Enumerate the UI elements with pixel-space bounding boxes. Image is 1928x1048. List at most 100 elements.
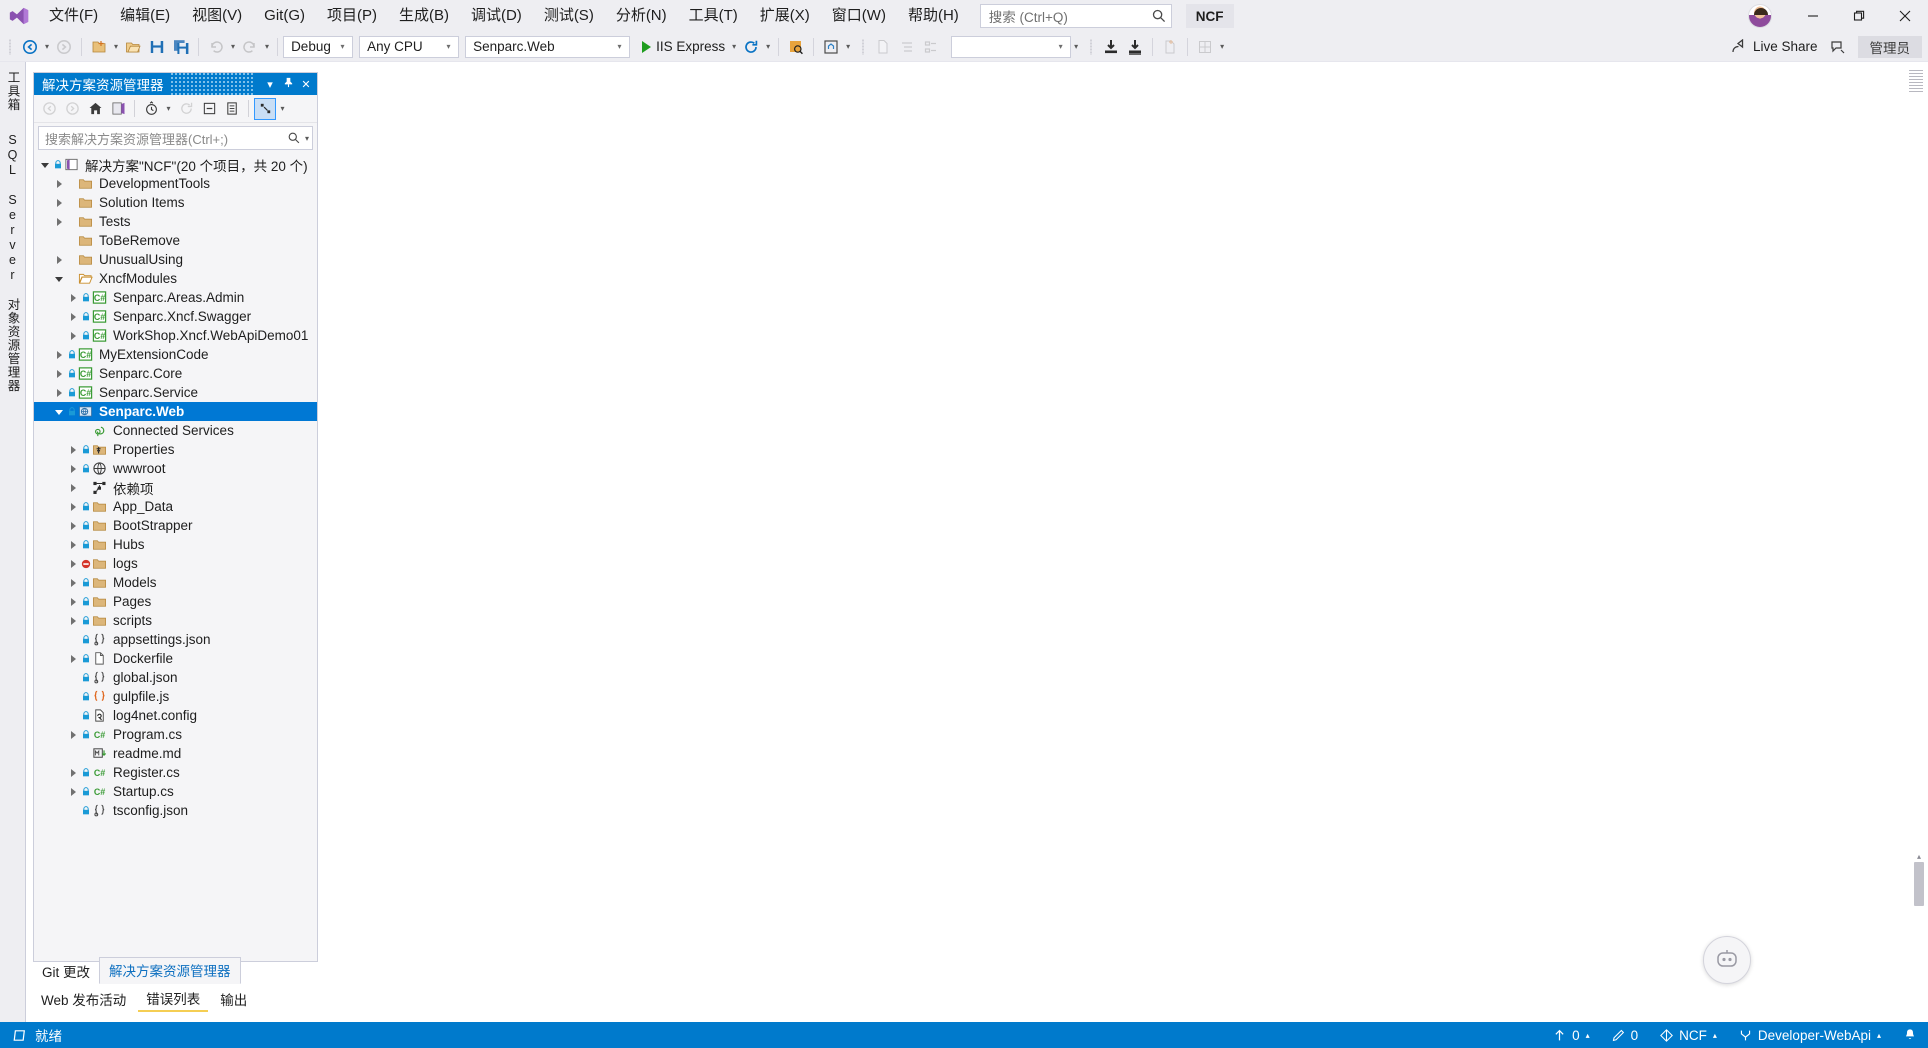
undo-button[interactable] [204, 35, 228, 59]
expand-arrow-icon[interactable] [52, 217, 66, 226]
expand-arrow-icon[interactable] [66, 597, 80, 606]
preview-selected-items-icon[interactable] [254, 97, 276, 120]
expand-arrow-icon[interactable] [66, 464, 80, 473]
expand-arrow-icon[interactable] [66, 483, 80, 492]
collapse-arrow-icon[interactable] [52, 275, 66, 282]
expand-arrow-icon[interactable] [66, 559, 80, 568]
new-project-dropdown-icon[interactable]: ▾ [111, 42, 121, 51]
menu-help[interactable]: 帮助(H) [897, 2, 970, 30]
expand-arrow-icon[interactable] [66, 654, 80, 663]
expand-arrow-icon[interactable] [52, 179, 66, 188]
save-button[interactable] [145, 35, 169, 59]
run-target-dropdown-icon[interactable]: ▾ [729, 42, 739, 51]
expand-arrow-icon[interactable] [66, 502, 80, 511]
search-options-chevron-icon[interactable]: ▾ [301, 134, 309, 143]
tree-node[interactable]: C# MyExtensionCode [34, 345, 317, 364]
solution-tree[interactable]: 解决方案"NCF"(20 个项目，共 20 个) DevelopmentTools… [34, 153, 317, 961]
live-share-button[interactable]: Live Share [1723, 35, 1826, 59]
expand-arrow-icon[interactable] [52, 369, 66, 378]
tree-node[interactable]: log4net.config [34, 706, 317, 725]
solution-configuration-combo[interactable]: Debug ▾ [283, 35, 354, 58]
tree-node[interactable]: 依赖项 [34, 478, 317, 497]
tree-node[interactable]: readme.md [34, 744, 317, 763]
show-all-files-icon[interactable] [221, 98, 243, 120]
settings-grid-dropdown-icon[interactable]: ▾ [1217, 42, 1227, 51]
bottom-tab[interactable]: 输出 [212, 987, 255, 1011]
menu-tools[interactable]: 工具(T) [678, 2, 749, 30]
tree-node[interactable]: Pages [34, 592, 317, 611]
close-button[interactable] [1882, 0, 1928, 32]
toolbar-grip-2[interactable] [859, 37, 868, 57]
tree-node[interactable]: wwwroot [34, 459, 317, 478]
bottom-tool-window-tabs[interactable]: Web 发布活动 错误列表 输出 [33, 987, 433, 1012]
tree-node[interactable]: Solution Items [34, 193, 317, 212]
vertical-scrollbar-thumb[interactable] [1914, 862, 1924, 906]
tree-node[interactable]: C# Senparc.Core [34, 364, 317, 383]
pane-close-button[interactable]: ✕ [297, 78, 315, 91]
menu-window[interactable]: 窗口(W) [821, 2, 897, 30]
chevron-down-icon[interactable]: ▾ [335, 42, 350, 51]
new-file-button[interactable] [871, 35, 895, 59]
notifications-button[interactable] [1892, 1022, 1928, 1048]
pane-tab[interactable]: Git 更改 [33, 959, 99, 984]
copilot-chat-button[interactable] [1703, 936, 1751, 984]
tree-node[interactable]: ToBeRemove [34, 231, 317, 250]
menu-edit[interactable]: 编辑(E) [109, 2, 181, 30]
expand-arrow-icon[interactable] [66, 521, 80, 530]
tree-node[interactable]: tsconfig.json [34, 801, 317, 820]
branch-caret-icon[interactable]: ▴ [1877, 1031, 1881, 1040]
redo-button[interactable] [238, 35, 262, 59]
collapse-all-icon[interactable] [198, 98, 220, 120]
tree-node[interactable]: appsettings.json [34, 630, 317, 649]
tree-node[interactable]: C# Senparc.Service [34, 383, 317, 402]
tree-node[interactable]: scripts [34, 611, 317, 630]
minimize-button[interactable] [1790, 0, 1836, 32]
maximize-button[interactable] [1836, 0, 1882, 32]
sql-server-object-explorer-tab[interactable]: SQL Server 对象资源管理器 [0, 124, 26, 402]
tree-node[interactable]: XncfModules [34, 269, 317, 288]
menu-file[interactable]: 文件(F) [38, 2, 109, 30]
expand-arrow-icon[interactable] [66, 616, 80, 625]
download-package-button[interactable] [1099, 35, 1123, 59]
expand-arrow-icon[interactable] [66, 312, 80, 321]
expand-arrow-icon[interactable] [52, 388, 66, 397]
expand-arrow-icon[interactable] [66, 730, 80, 739]
redo-dropdown-icon[interactable]: ▾ [262, 42, 272, 51]
toolbar-grip[interactable] [6, 37, 15, 57]
tree-node[interactable]: Connected Services [34, 421, 317, 440]
expand-arrow-icon[interactable] [52, 255, 66, 264]
toolbar-grip-3[interactable] [1087, 37, 1096, 57]
undo-dropdown-icon[interactable]: ▾ [228, 42, 238, 51]
solution-explorer-tab-strip[interactable]: Git 更改 解决方案资源管理器 [33, 957, 318, 984]
pane-dropdown-button[interactable]: ▾ [261, 78, 279, 91]
toolbox-tab[interactable]: 工具箱 [0, 62, 26, 121]
menu-git[interactable]: Git(G) [253, 2, 316, 30]
hot-reload-button[interactable] [739, 35, 763, 59]
tree-node[interactable]: C# WorkShop.Xncf.WebApiDemo01 [34, 326, 317, 345]
tree-node[interactable]: DevelopmentTools [34, 174, 317, 193]
tree-node[interactable]: C# Senparc.Areas.Admin [34, 288, 317, 307]
tree-node[interactable]: C# Senparc.Xncf.Swagger [34, 307, 317, 326]
outline-button[interactable] [919, 35, 943, 59]
find-combo[interactable]: ▾ [951, 35, 1072, 58]
menu-extensions[interactable]: 扩展(X) [749, 2, 821, 30]
tree-node[interactable]: C# Register.cs [34, 763, 317, 782]
tree-node[interactable]: BootStrapper [34, 516, 317, 535]
menu-analyze[interactable]: 分析(N) [605, 2, 678, 30]
tree-node[interactable]: Dockerfile [34, 649, 317, 668]
expand-arrow-icon[interactable] [66, 445, 80, 454]
refresh-icon[interactable] [175, 98, 197, 120]
start-debugging-button[interactable]: IIS Express [638, 35, 729, 59]
live-preview-button[interactable] [784, 35, 808, 59]
expand-arrow-icon[interactable] [66, 768, 80, 777]
tree-node[interactable]: App_Data [34, 497, 317, 516]
tree-node[interactable]: global.json [34, 668, 317, 687]
find-options-icon[interactable]: ▾ [1071, 42, 1081, 51]
hot-reload-dropdown-icon[interactable]: ▾ [763, 42, 773, 51]
tree-node[interactable]: C# Program.cs [34, 725, 317, 744]
tree-node[interactable]: gulpfile.js [34, 687, 317, 706]
expand-arrow-icon[interactable] [66, 578, 80, 587]
solution-platform-combo[interactable]: Any CPU ▾ [359, 35, 460, 58]
menu-build[interactable]: 生成(B) [388, 2, 460, 30]
chevron-down-icon[interactable]: ▾ [612, 42, 627, 51]
